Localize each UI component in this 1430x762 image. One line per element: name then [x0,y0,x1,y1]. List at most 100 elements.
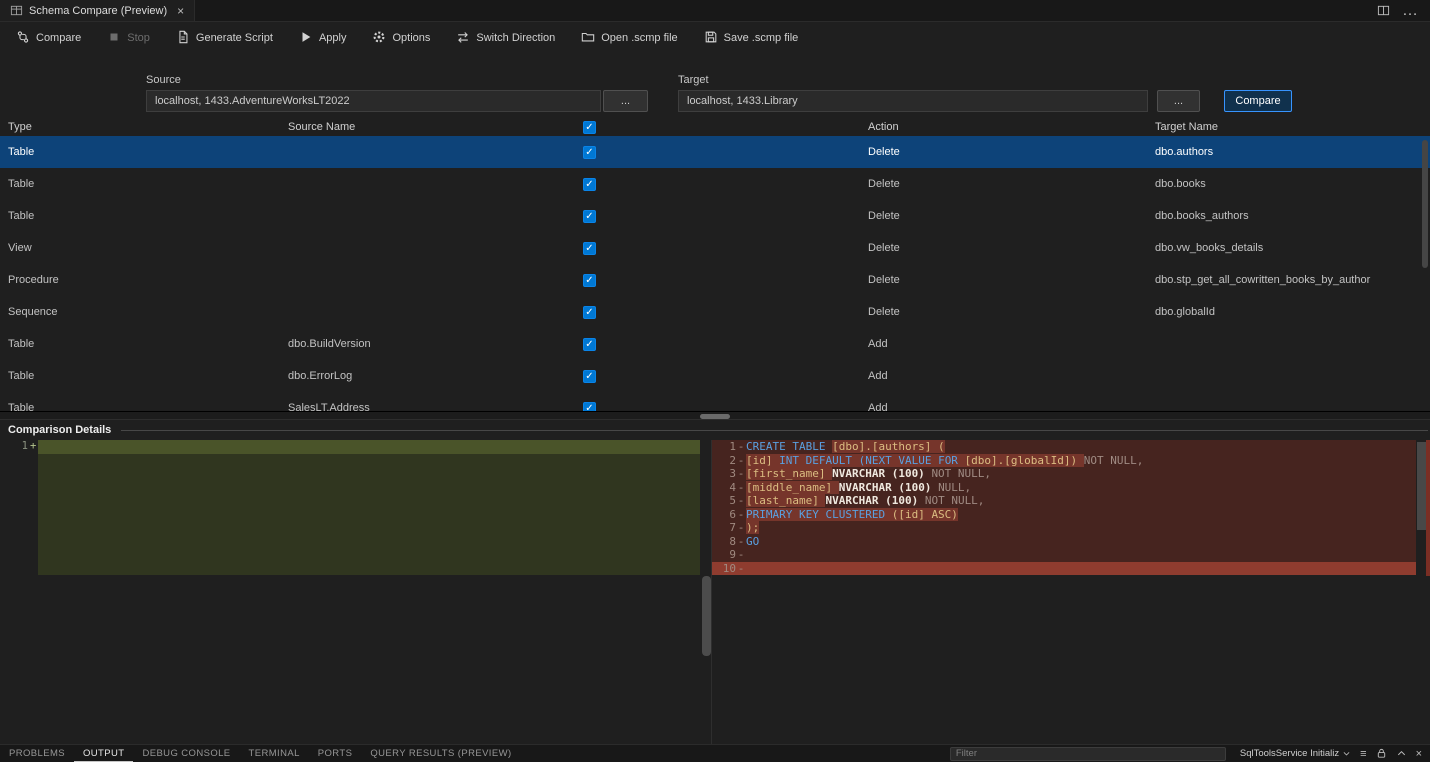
target-label: Target [678,74,709,86]
row-checkbox[interactable]: ✓ [583,402,596,412]
source-browse-button[interactable]: ... [603,90,648,112]
target-input[interactable] [678,90,1148,112]
tab-title: Schema Compare (Preview) [29,5,167,17]
apply-button[interactable]: Apply [289,25,357,52]
grid-scrollbar[interactable] [1422,140,1428,268]
tab-schema-compare[interactable]: Schema Compare (Preview) × [0,0,195,21]
code-text [746,562,1416,576]
cell-action: Delete [860,146,1147,158]
close-panel-icon[interactable]: × [1416,748,1422,760]
cell-target-name: dbo.books_authors [1147,210,1430,222]
cell-include: ✓ [575,210,860,223]
row-checkbox[interactable]: ✓ [583,338,596,351]
switch-direction-icon [456,30,470,47]
column-target-name[interactable]: Target Name [1147,121,1430,133]
panel-splitter[interactable] [0,411,1430,420]
cell-type: Procedure [0,274,280,286]
table-row[interactable]: Table✓Deletedbo.books_authors [0,200,1430,232]
row-checkbox[interactable]: ✓ [583,306,596,319]
left-line-number: 1 [4,440,28,454]
output-channel-select[interactable]: SqlToolsService Initializ [1240,748,1351,759]
source-label: Source [146,74,181,86]
switch-direction-button[interactable]: Switch Direction [446,25,565,52]
line-number: 1 [712,440,736,454]
table-row[interactable]: Table✓Deletedbo.books [0,168,1430,200]
options-icon [372,30,386,47]
target-browse-button[interactable]: ... [1157,90,1200,112]
details-header: Comparison Details [0,420,1430,440]
compare-run-button[interactable]: Compare [1224,90,1292,112]
column-type[interactable]: Type [0,121,280,133]
column-source-name[interactable]: Source Name [280,121,575,133]
select-all-checkbox[interactable]: ✓ [583,121,596,134]
diff-line: 3-[first_name] NVARCHAR (100) NOT NULL, [712,467,1416,481]
open-scmp-button[interactable]: Open .scmp file [571,25,687,52]
row-checkbox[interactable]: ✓ [583,242,596,255]
clear-output-icon[interactable]: ≡ [1360,748,1366,760]
cell-type: Table [0,370,280,382]
stop-button: Stop [97,25,160,52]
cell-type: View [0,242,280,254]
line-number: 4 [712,481,736,495]
splitter-handle-icon[interactable] [700,414,730,419]
code-text: PRIMARY KEY CLUSTERED ([id] ASC) [746,508,1416,522]
table-row[interactable]: Sequence✓Deletedbo.globalId [0,296,1430,328]
split-editor-icon[interactable] [1377,4,1390,17]
cell-include: ✓ [575,370,860,383]
diff-source-pane[interactable]: 1 + [0,440,702,744]
compare-button[interactable]: Compare [6,25,91,52]
table-row[interactable]: Procedure✓Deletedbo.stp_get_all_cowritte… [0,264,1430,296]
cell-target-name: dbo.stp_get_all_cowritten_books_by_autho… [1147,274,1430,286]
delete-marker: - [736,467,746,481]
panel-tab-query-results-preview[interactable]: QUERY RESULTS (PREVIEW) [361,745,520,762]
column-action[interactable]: Action [860,121,1147,133]
tab-bar-actions: … [1377,0,1430,21]
panel-tab-debug-console[interactable]: DEBUG CONSOLE [133,745,239,762]
lock-icon[interactable] [1376,748,1387,759]
overview-ruler [1426,440,1430,576]
tab-close-icon[interactable]: × [177,4,184,18]
cell-target-name: dbo.authors [1147,146,1430,158]
delete-marker: - [736,481,746,495]
diff-sash[interactable] [702,440,712,744]
options-button[interactable]: Options [362,25,440,52]
table-row[interactable]: Tabledbo.BuildVersion✓Add [0,328,1430,360]
output-filter-input[interactable] [950,747,1226,761]
diff-line: 7-); [712,521,1416,535]
table-row[interactable]: Table ✓ Deletedbo.authors [0,136,1430,168]
row-checkbox[interactable]: ✓ [583,274,596,287]
grid-header: Type Source Name ✓ Action Target Name [0,118,1430,136]
toolbar-item-label: Save .scmp file [724,32,799,44]
more-actions-icon[interactable]: … [1402,2,1418,20]
diff-editor: 1 + 1-CREATE TABLE [dbo].[authors] (2-[i… [0,440,1430,744]
left-editor-scrollbar[interactable] [702,576,711,656]
table-row[interactable]: View✓Deletedbo.vw_books_details [0,232,1430,264]
bottom-panel-bar: PROBLEMSOUTPUTDEBUG CONSOLETERMINALPORTS… [0,744,1430,762]
row-checkbox[interactable]: ✓ [583,178,596,191]
diff-line: 6-PRIMARY KEY CLUSTERED ([id] ASC) [712,508,1416,522]
panel-tab-problems[interactable]: PROBLEMS [0,745,74,762]
cell-action: Add [860,402,1147,411]
table-row[interactable]: Tabledbo.ErrorLog✓Add [0,360,1430,392]
row-checkbox[interactable]: ✓ [583,146,596,159]
table-row[interactable]: TableSalesLT.Address✓Add [0,392,1430,411]
delete-marker: - [736,548,746,562]
cell-action: Delete [860,306,1147,318]
row-checkbox[interactable]: ✓ [583,370,596,383]
diff-target-pane[interactable]: 1-CREATE TABLE [dbo].[authors] (2-[id] I… [712,440,1430,744]
panel-tab-output[interactable]: OUTPUT [74,745,133,762]
cell-source-name: dbo.ErrorLog [280,370,575,382]
source-input[interactable] [146,90,601,112]
schema-compare-toolbar: CompareStopGenerate ScriptApplyOptionsSw… [0,22,1430,54]
panel-tab-ports[interactable]: PORTS [309,745,362,762]
panel-tab-terminal[interactable]: TERMINAL [240,745,309,762]
row-checkbox[interactable]: ✓ [583,210,596,223]
schema-compare-icon [10,4,23,17]
generate-script-icon [176,30,190,47]
generate-script-button[interactable]: Generate Script [166,25,283,52]
maximize-panel-icon[interactable] [1396,748,1407,759]
cell-type: Table [0,146,280,158]
save-scmp-button[interactable]: Save .scmp file [694,25,809,52]
cell-action: Delete [860,242,1147,254]
cell-action: Delete [860,210,1147,222]
